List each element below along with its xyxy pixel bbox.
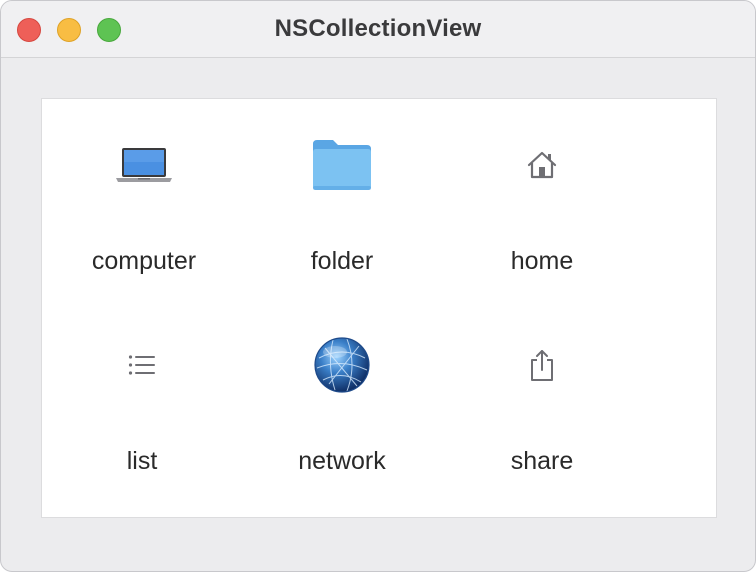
share-icon bbox=[510, 333, 574, 397]
item-label: computer bbox=[91, 247, 197, 275]
item-label: network bbox=[298, 447, 386, 475]
app-window: NSCollectionView computer folder home li… bbox=[0, 0, 756, 572]
collection-item-network[interactable]: network bbox=[242, 299, 442, 499]
title-bar[interactable]: NSCollectionView bbox=[1, 1, 755, 58]
item-label: list bbox=[126, 447, 158, 475]
item-label: share bbox=[510, 447, 574, 475]
collection-item-list[interactable]: list bbox=[42, 299, 242, 499]
collection-view[interactable]: computer folder home list network share bbox=[41, 98, 717, 518]
laptop-icon bbox=[112, 133, 176, 197]
collection-item-share[interactable]: share bbox=[442, 299, 642, 499]
collection-grid: computer folder home list network share bbox=[42, 99, 716, 517]
home-icon bbox=[510, 133, 574, 197]
folder-icon bbox=[310, 133, 374, 197]
list-icon bbox=[110, 333, 174, 397]
collection-item-computer[interactable]: computer bbox=[44, 99, 244, 299]
window-title: NSCollectionView bbox=[274, 15, 482, 42]
item-label: folder bbox=[310, 247, 374, 275]
item-label: home bbox=[510, 247, 574, 275]
network-globe-icon bbox=[310, 333, 374, 397]
collection-item-folder[interactable]: folder bbox=[242, 99, 442, 299]
collection-item-home[interactable]: home bbox=[442, 99, 642, 299]
